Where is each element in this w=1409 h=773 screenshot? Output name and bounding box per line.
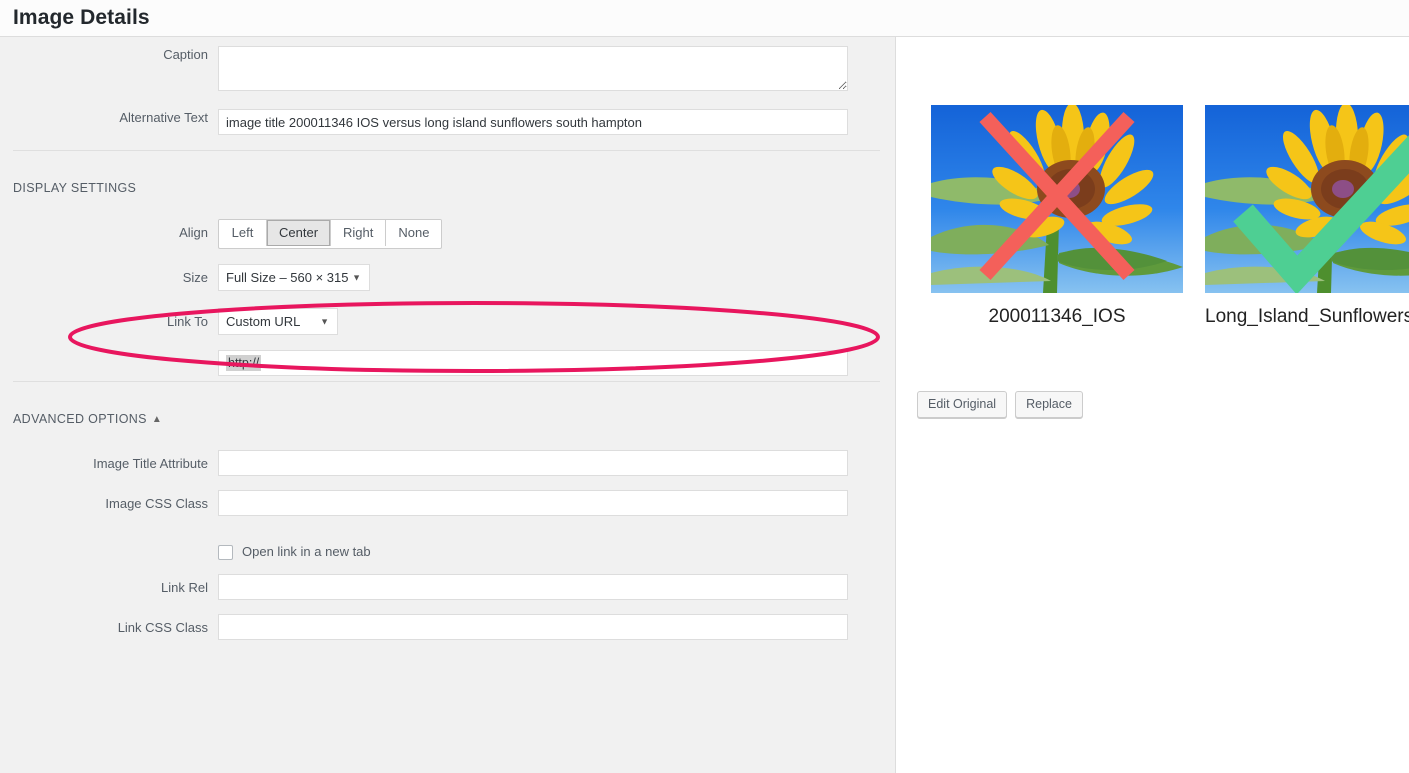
- link-to-select-value: Custom URL: [226, 314, 301, 329]
- open-new-tab-checkbox-group[interactable]: Open link in a new tab: [218, 544, 371, 560]
- advanced-options-label: ADVANCED OPTIONS: [13, 412, 147, 426]
- sunflower-image-accepted[interactable]: [1205, 105, 1409, 293]
- link-css-class-label: Link CSS Class: [117, 620, 208, 635]
- size-select-value: Full Size – 560 × 315: [226, 270, 349, 285]
- image-title-attribute-input[interactable]: [218, 450, 848, 476]
- align-button-group: Left Center Right None: [218, 219, 443, 249]
- caption-input[interactable]: [218, 46, 848, 91]
- align-option-right[interactable]: Right: [331, 220, 387, 246]
- settings-panel: Caption Alternative Text DISPLAY SETTING…: [0, 37, 896, 773]
- align-option-center[interactable]: Center: [267, 220, 332, 246]
- align-row: Align Left Center Right None: [0, 219, 443, 249]
- custom-url-value: http://: [226, 355, 262, 371]
- sunflower-image-rejected[interactable]: [931, 105, 1183, 293]
- open-new-tab-row: Open link in a new tab: [0, 544, 371, 560]
- link-to-row: Link To Custom URL ▼ http://: [0, 308, 848, 376]
- image-title-attribute-row: Image Title Attribute: [0, 450, 848, 476]
- image-css-class-label: Image CSS Class: [105, 496, 208, 511]
- edit-original-button[interactable]: Edit Original: [917, 391, 1008, 418]
- link-rel-label: Link Rel: [161, 580, 208, 595]
- alt-text-row: Alternative Text: [0, 109, 848, 135]
- page-title: Image Details: [13, 6, 150, 29]
- image-title-attribute-label: Image Title Attribute: [93, 456, 208, 471]
- caption-row: Caption: [0, 46, 848, 91]
- media-action-buttons: Edit Original Replace: [917, 391, 1083, 418]
- align-option-none[interactable]: None: [386, 220, 442, 246]
- size-row: Size Full Size – 560 × 315 ▼: [0, 264, 370, 291]
- link-rel-input[interactable]: [218, 574, 848, 600]
- check-mark-icon: [1233, 135, 1409, 293]
- thumbnail-item[interactable]: Long_Island_Sunflowers_South_Hampton: [1205, 105, 1409, 330]
- caret-up-icon: ▲: [151, 414, 163, 425]
- image-css-class-input[interactable]: [218, 490, 848, 516]
- link-to-label: Link To: [167, 314, 208, 329]
- custom-url-input[interactable]: http://: [218, 350, 848, 376]
- thumbnail-list: 200011346_IOS Long_Island_Sunflowers: [931, 105, 1409, 330]
- link-to-select[interactable]: Custom URL ▼: [218, 308, 338, 335]
- alt-text-input[interactable]: [218, 109, 848, 135]
- display-settings-heading: DISPLAY SETTINGS: [13, 181, 137, 195]
- open-new-tab-checkbox[interactable]: [218, 544, 233, 560]
- divider-display-settings: [13, 150, 880, 151]
- advanced-options-heading[interactable]: ADVANCED OPTIONS ▲: [13, 411, 162, 428]
- preview-panel: 200011346_IOS Long_Island_Sunflowers Edi…: [897, 37, 1409, 773]
- open-new-tab-label: Open link in a new tab: [242, 544, 371, 559]
- divider-advanced-options: [13, 381, 880, 382]
- image-css-class-row: Image CSS Class: [0, 490, 848, 516]
- link-css-class-input[interactable]: [218, 614, 848, 640]
- thumbnail-caption: Long_Island_Sunflowers_South_Hampton: [1205, 306, 1409, 327]
- caption-label: Caption: [163, 47, 208, 62]
- thumbnail-caption: 200011346_IOS: [988, 306, 1126, 327]
- align-label: Align: [179, 225, 208, 240]
- replace-button[interactable]: Replace: [1015, 391, 1083, 418]
- thumbnail-item[interactable]: 200011346_IOS: [931, 105, 1183, 330]
- link-css-class-row: Link CSS Class: [0, 614, 848, 640]
- image-details-modal: Image Details Caption Alternative Text D…: [0, 0, 1409, 773]
- chevron-down-icon: ▼: [352, 272, 361, 282]
- chevron-down-icon: ▼: [320, 316, 329, 326]
- size-select[interactable]: Full Size – 560 × 315 ▼: [218, 264, 370, 291]
- alt-text-label: Alternative Text: [119, 110, 208, 125]
- align-option-left[interactable]: Left: [219, 220, 267, 246]
- x-mark-icon: [979, 111, 1135, 281]
- size-label: Size: [182, 270, 208, 285]
- modal-titlebar: Image Details: [0, 0, 1409, 37]
- link-rel-row: Link Rel: [0, 574, 848, 600]
